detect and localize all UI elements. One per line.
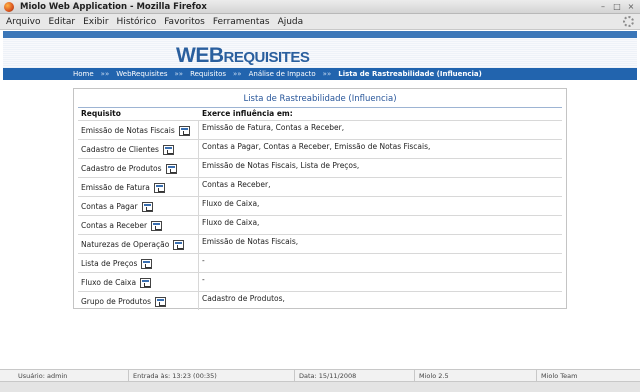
- menu-ferramentas[interactable]: Ferramentas: [213, 16, 270, 28]
- table-row: Cadastro de Produtos Emissão de Notas Fi…: [78, 158, 562, 177]
- browser-status-bar: [0, 381, 640, 392]
- column-header-influencia: Exerce influência em:: [202, 109, 293, 118]
- requisito-name: Naturezas de Operação: [81, 239, 170, 249]
- table-row: Grupo de Produtos Cadastro de Produtos,: [78, 291, 562, 310]
- column-header-requisito: Requisito: [81, 109, 121, 118]
- table-row: Contas a Pagar Fluxo de Caixa,: [78, 196, 562, 215]
- panel-title: Lista de Rastreabilidade (Influencia): [243, 94, 397, 104]
- traceability-panel: Lista de Rastreabilidade (Influencia) Re…: [73, 88, 567, 310]
- logo-suffix: REQUISITES: [223, 49, 310, 66]
- requisito-name: Emissão de Notas Fiscais: [81, 125, 175, 135]
- breadcrumb-current: Lista de Rastreabilidade (Influencia): [338, 70, 482, 78]
- logo-prefix: WEB: [176, 44, 224, 67]
- requisito-name: Cadastro de Clientes: [81, 144, 159, 154]
- influencia-list: Contas a Receber,: [202, 180, 271, 189]
- tree-view-icon[interactable]: [140, 277, 152, 288]
- requisito-name: Fluxo de Caixa: [81, 277, 137, 287]
- influencia-list: Emissão de Fatura, Contas a Receber,: [202, 123, 345, 132]
- close-button[interactable]: ×: [626, 2, 636, 12]
- influencia-list: Emissão de Notas Fiscais,: [202, 237, 299, 246]
- requisito-name: Grupo de Produtos: [81, 296, 151, 306]
- breadcrumb-separator: »»: [100, 70, 110, 78]
- tree-view-icon[interactable]: [153, 182, 165, 193]
- tree-view-icon[interactable]: [178, 125, 190, 136]
- menu-ajuda[interactable]: Ajuda: [278, 16, 304, 28]
- tree-view-icon[interactable]: [162, 144, 174, 155]
- influencia-list: Emissão de Notas Fiscais, Lista de Preço…: [202, 161, 360, 170]
- table-row: Cadastro de Clientes Contas a Pagar, Con…: [78, 139, 562, 158]
- menu-exibir[interactable]: Exibir: [83, 16, 108, 28]
- tree-view-icon[interactable]: [173, 239, 185, 250]
- tree-view-icon[interactable]: [165, 163, 177, 174]
- tree-view-icon[interactable]: [141, 201, 153, 212]
- menu-bar: Arquivo Editar Exibir Histórico Favorito…: [0, 14, 640, 30]
- tree-view-icon[interactable]: [141, 258, 153, 269]
- window-controls: – □ ×: [598, 2, 636, 12]
- throbber-icon: [623, 16, 634, 27]
- app-status-bar: Usuário: admin Entrada às: 13:23 (00:35)…: [0, 369, 640, 382]
- requisito-name: Contas a Receber: [81, 220, 148, 230]
- breadcrumb-separator: »»: [322, 70, 332, 78]
- influencia-list: Contas a Pagar, Contas a Receber, Emissã…: [202, 142, 431, 151]
- requisito-name: Emissão de Fatura: [81, 182, 150, 192]
- table-row: Fluxo de Caixa -: [78, 272, 562, 291]
- influencia-list: Cadastro de Produtos,: [202, 294, 285, 303]
- webrequisites-logo: WEBREQUISITES: [176, 44, 310, 67]
- influencia-list: -: [202, 256, 205, 265]
- table-row: Naturezas de Operação Emissão de Notas F…: [78, 234, 562, 253]
- requisito-name: Contas a Pagar: [81, 201, 138, 211]
- table-row: Emissão de Notas Fiscais Emissão de Fatu…: [78, 120, 562, 139]
- table-row: Contas a Receber Fluxo de Caixa,: [78, 215, 562, 234]
- table-row: Emissão de Fatura Contas a Receber,: [78, 177, 562, 196]
- header-top-bar: [3, 31, 637, 38]
- menu-historico[interactable]: Histórico: [117, 16, 157, 28]
- influencia-list: -: [202, 275, 205, 284]
- breadcrumb: Home »» WebRequisites »» Requisitos »» A…: [73, 68, 482, 80]
- menu-editar[interactable]: Editar: [48, 16, 75, 28]
- breadcrumb-bar: Home »» WebRequisites »» Requisitos »» A…: [3, 68, 637, 80]
- breadcrumb-webrequisites[interactable]: WebRequisites: [116, 68, 167, 80]
- maximize-button[interactable]: □: [612, 2, 622, 12]
- breadcrumb-home[interactable]: Home: [73, 68, 94, 80]
- table-header: Requisito Exerce influência em:: [78, 108, 562, 120]
- influencia-list: Fluxo de Caixa,: [202, 199, 260, 208]
- tree-view-icon[interactable]: [155, 296, 166, 307]
- window-title: Miolo Web Application - Mozilla Firefox: [20, 2, 207, 12]
- header-banner: [3, 38, 637, 68]
- influencia-list: Fluxo de Caixa,: [202, 218, 260, 227]
- requisito-name: Cadastro de Produtos: [81, 163, 162, 173]
- window-titlebar: Miolo Web Application - Mozilla Firefox …: [0, 0, 640, 14]
- table-row: Lista de Preços -: [78, 253, 562, 272]
- menu-favoritos[interactable]: Favoritos: [164, 16, 205, 28]
- tree-view-icon[interactable]: [151, 220, 163, 231]
- breadcrumb-separator: »»: [174, 70, 184, 78]
- requisito-name: Lista de Preços: [81, 258, 138, 268]
- breadcrumb-analise-impacto[interactable]: Análise de Impacto: [249, 68, 316, 80]
- menu-arquivo[interactable]: Arquivo: [6, 16, 40, 28]
- breadcrumb-separator: »»: [233, 70, 242, 78]
- minimize-button[interactable]: –: [598, 2, 608, 12]
- firefox-icon: [4, 2, 14, 12]
- breadcrumb-requisitos[interactable]: Requisitos: [190, 68, 226, 80]
